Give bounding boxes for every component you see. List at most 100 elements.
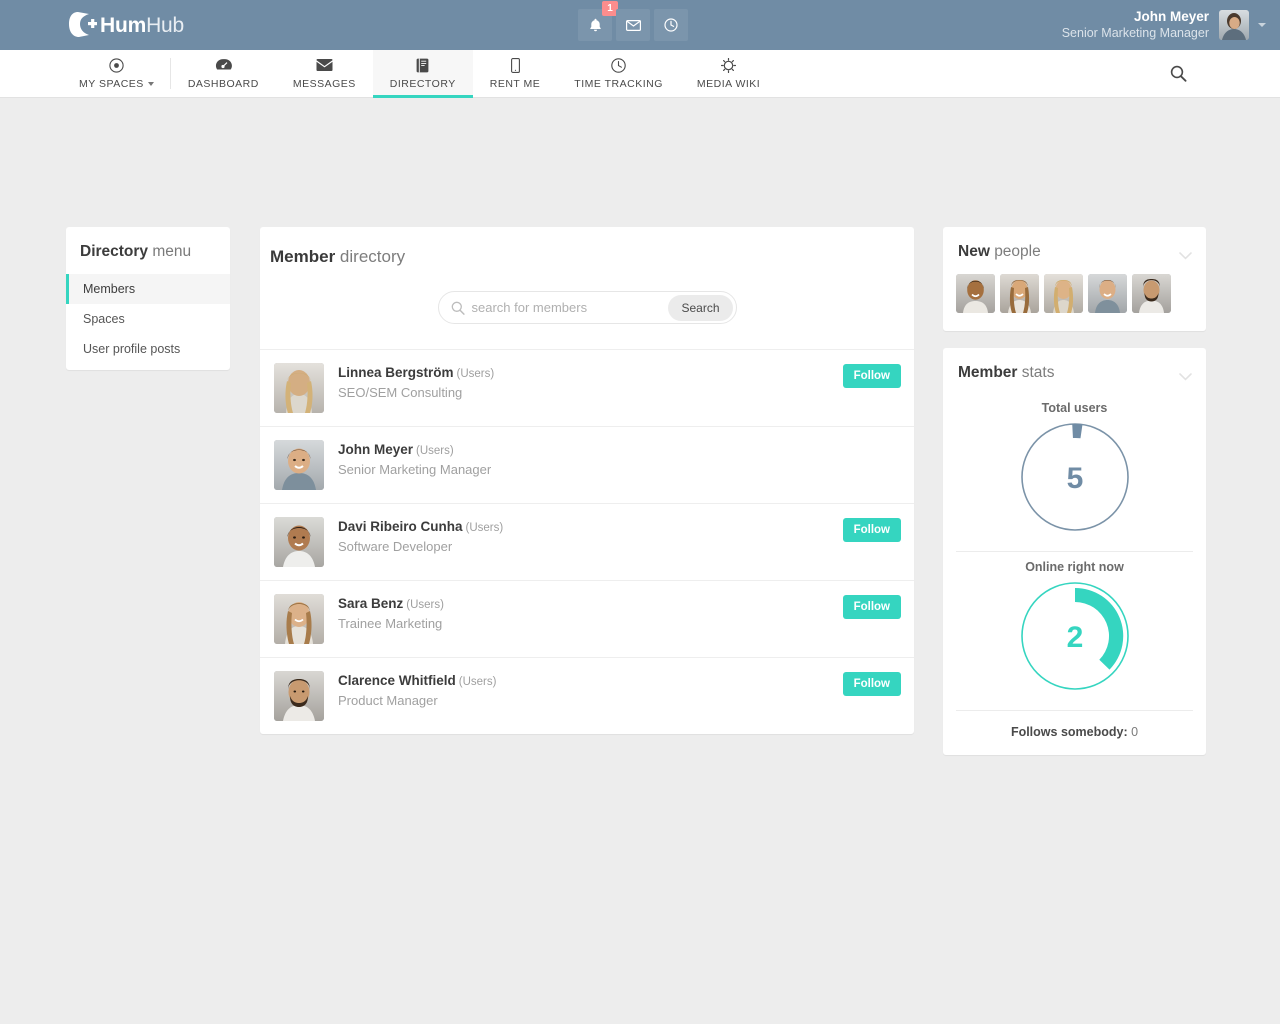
new-person-avatar-4[interactable] — [1088, 274, 1127, 313]
nav-item-time-tracking[interactable]: TIME TRACKING — [557, 50, 680, 97]
nav-label-time-tracking: TIME TRACKING — [574, 78, 663, 90]
avatar[interactable] — [274, 671, 324, 721]
notifications-icon[interactable]: 1 — [578, 9, 612, 41]
directory-header: Member directory Search — [260, 227, 914, 350]
user-menu[interactable]: John Meyer Senior Marketing Manager — [1062, 0, 1266, 50]
nav-item-my-spaces[interactable]: MY SPACES — [62, 50, 171, 97]
chevron-down-icon[interactable] — [1258, 23, 1266, 27]
chevron-down-icon[interactable] — [1179, 368, 1192, 386]
table-row[interactable]: John Meyer(Users) Senior Marketing Manag… — [260, 427, 914, 504]
member-name-text: Davi Ribeiro Cunha — [338, 519, 463, 534]
member-subtitle: Senior Marketing Manager — [338, 462, 491, 477]
member-group: (Users) — [416, 445, 454, 457]
search-input[interactable] — [472, 300, 669, 315]
follow-button[interactable]: Follow — [843, 518, 901, 542]
avatar[interactable] — [274, 440, 324, 490]
member-info: Davi Ribeiro Cunha(Users) Software Devel… — [338, 517, 503, 554]
brand-logo[interactable]: HumHub — [68, 0, 184, 50]
follows-somebody-value: 0 — [1131, 725, 1138, 739]
page-title-bold: Member — [270, 247, 335, 266]
mobile-icon — [511, 57, 520, 73]
member-info: Sara Benz(Users) Trainee Marketing — [338, 594, 444, 631]
page-title: Member directory — [260, 247, 914, 267]
member-directory-card: Member directory Search — [260, 227, 914, 734]
sidebar-item-user-profile-posts[interactable]: User profile posts — [66, 334, 230, 370]
nav-item-media-wiki[interactable]: MEDIA WIKI — [680, 50, 777, 97]
avatar[interactable] — [274, 363, 324, 413]
table-row[interactable]: Sara Benz(Users) Trainee Marketing Follo… — [260, 581, 914, 658]
nav-label-text: MY SPACES — [79, 78, 144, 90]
chevron-down-icon[interactable] — [1179, 247, 1192, 265]
total-users-donut: 5 — [943, 421, 1206, 547]
nav-label-directory: DIRECTORY — [390, 78, 456, 90]
new-person-avatar-5[interactable] — [1132, 274, 1171, 313]
member-subtitle: Product Manager — [338, 693, 496, 708]
new-people-title-light: people — [994, 243, 1041, 260]
new-people-title-bold: New — [958, 243, 990, 260]
brand-text: HumHub — [100, 15, 184, 36]
search-button[interactable]: Search — [668, 295, 732, 321]
brand-bold: Hum — [100, 14, 146, 37]
member-stats-title: Member stats — [943, 348, 1206, 393]
follow-button[interactable]: Follow — [843, 364, 901, 388]
member-name: Davi Ribeiro Cunha(Users) — [338, 519, 503, 534]
chevron-down-icon — [148, 82, 154, 86]
member-stats-title-light: stats — [1022, 364, 1055, 381]
new-people-avatar-list — [943, 272, 1206, 331]
clock-icon — [611, 57, 626, 73]
avatar[interactable] — [1219, 10, 1249, 40]
member-name-text: Clarence Whitfield — [338, 673, 456, 688]
sidebar-item-spaces[interactable]: Spaces — [66, 304, 230, 334]
table-row[interactable]: Davi Ribeiro Cunha(Users) Software Devel… — [260, 504, 914, 581]
new-people-title: New people — [943, 227, 1206, 272]
search-icon[interactable] — [1156, 50, 1200, 97]
nav-label-media-wiki: MEDIA WIKI — [697, 78, 760, 90]
new-person-avatar-1[interactable] — [956, 274, 995, 313]
follow-button[interactable]: Follow — [843, 672, 901, 696]
online-now-stat: Online right now 2 — [943, 552, 1206, 706]
dashboard-gauge-icon — [215, 57, 232, 73]
page-title-light: directory — [340, 247, 405, 266]
online-now-donut: 2 — [943, 580, 1206, 706]
member-name: Clarence Whitfield(Users) — [338, 673, 496, 688]
messages-envelope-icon[interactable] — [616, 9, 650, 41]
nav-item-rent-me[interactable]: RENT ME — [473, 50, 558, 97]
follows-somebody-label: Follows somebody: — [1011, 725, 1128, 739]
total-users-label: Total users — [943, 401, 1206, 415]
nav-item-dashboard[interactable]: DASHBOARD — [171, 50, 276, 97]
new-people-panel: New people — [943, 227, 1206, 331]
member-name: Sara Benz(Users) — [338, 596, 444, 611]
sidebar-item-members[interactable]: Members — [66, 274, 230, 304]
nav-item-directory[interactable]: DIRECTORY — [373, 50, 473, 97]
member-stats-panel: Member stats Total users 5 Onli — [943, 348, 1206, 755]
follow-button[interactable]: Follow — [843, 595, 901, 619]
avatar[interactable] — [274, 594, 324, 644]
main-navigation: MY SPACES DASHBOARD MESSAGES DIRECTORY — [0, 50, 1280, 98]
member-subtitle: Trainee Marketing — [338, 616, 444, 631]
activity-clock-icon[interactable] — [654, 9, 688, 41]
user-name: John Meyer — [1062, 9, 1209, 25]
envelope-icon — [316, 57, 333, 73]
member-info: John Meyer(Users) Senior Marketing Manag… — [338, 440, 491, 477]
member-info: Clarence Whitfield(Users) Product Manage… — [338, 671, 496, 708]
nav-label-dashboard: DASHBOARD — [188, 78, 259, 90]
nav-label-my-spaces: MY SPACES — [79, 78, 154, 90]
member-group: (Users) — [406, 599, 444, 611]
page-body: Directory menu Members Spaces User profi… — [0, 98, 1280, 127]
avatar[interactable] — [274, 517, 324, 567]
table-row[interactable]: Linnea Bergström(Users) SEO/SEM Consulti… — [260, 350, 914, 427]
member-name-text: Sara Benz — [338, 596, 403, 611]
table-row[interactable]: Clarence Whitfield(Users) Product Manage… — [260, 658, 914, 734]
new-person-avatar-3[interactable] — [1044, 274, 1083, 313]
member-group: (Users) — [457, 368, 495, 380]
online-now-value: 2 — [1066, 621, 1083, 654]
humhub-logo-icon — [68, 11, 98, 39]
member-search-box[interactable]: Search — [438, 291, 737, 324]
nav-item-messages[interactable]: MESSAGES — [276, 50, 373, 97]
brand-light: Hub — [146, 14, 184, 37]
total-users-value: 5 — [1066, 462, 1083, 495]
new-person-avatar-2[interactable] — [1000, 274, 1039, 313]
follows-somebody-stat: Follows somebody: 0 — [943, 711, 1206, 755]
member-stats-title-bold: Member — [958, 364, 1017, 381]
directory-menu-title-light: menu — [152, 243, 191, 260]
